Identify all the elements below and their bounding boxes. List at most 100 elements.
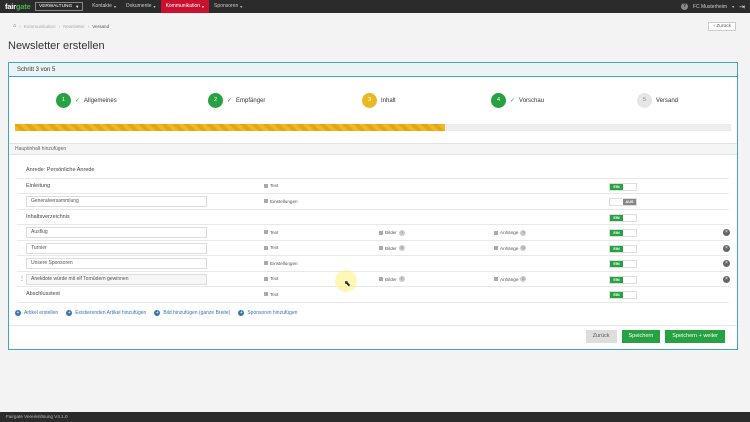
- option-label: Text: [270, 276, 279, 281]
- text-option[interactable]: Text: [264, 245, 278, 250]
- create-article-link[interactable]: + Artikel erstellen: [15, 310, 58, 316]
- images-option[interactable]: Bilder?: [379, 229, 405, 236]
- remove-icon[interactable]: ×: [723, 275, 730, 283]
- nav-kontakte[interactable]: Kontakte ▾: [87, 0, 121, 13]
- logo-accent-text: gate: [15, 2, 31, 11]
- nav-kommunikation[interactable]: Kommunikation ▾: [160, 0, 210, 13]
- edit-icon: [264, 276, 268, 281]
- article-title-field[interactable]: Turnier: [26, 242, 207, 254]
- toggle-on-label: EIN: [610, 276, 623, 283]
- settings-option[interactable]: Einstellungen: [264, 261, 298, 266]
- breadcrumb-item-kommunikation[interactable]: Kommunikation: [24, 24, 56, 29]
- club-name[interactable]: FC Musterheim: [693, 4, 727, 10]
- step-allgemeines[interactable]: 1 ✓ Allgemeines: [56, 93, 117, 108]
- back-button[interactable]: Zurück: [585, 330, 617, 343]
- logo-text: fair: [5, 2, 16, 11]
- drag-handle-icon[interactable]: ⋮: [19, 275, 25, 282]
- wizard-steps: 1 ✓ Allgemeines 2 ✓ Empfänger 3 Inhalt 4…: [9, 93, 737, 109]
- remove-icon[interactable]: ×: [723, 260, 730, 267]
- add-image-link[interactable]: + Bild hinzufügen (ganze Breite): [154, 310, 230, 316]
- save-button[interactable]: Speichern: [621, 330, 661, 343]
- page-title: Newsletter erstellen: [8, 40, 105, 52]
- text-option[interactable]: Text: [264, 183, 278, 188]
- save-and-next-button[interactable]: Speichern + weiter: [665, 330, 725, 343]
- visibility-toggle[interactable]: EIN: [609, 182, 637, 191]
- step-number: 4: [491, 93, 506, 108]
- images-option[interactable]: Bilder?: [379, 276, 405, 282]
- images-option[interactable]: Bilder 0: [379, 245, 405, 251]
- step-number: 3: [362, 93, 377, 108]
- visibility-toggle[interactable]: EIN: [609, 213, 637, 222]
- step-vorschau[interactable]: 4 ✓ Vorschau: [491, 93, 544, 108]
- back-link-button[interactable]: ‹ Zurück: [708, 22, 736, 31]
- role-selector[interactable]: VERWALTUNG ▼: [35, 2, 84, 11]
- step-label: Versand: [656, 97, 679, 104]
- count-badge: 0: [398, 245, 405, 251]
- add-existing-article-link[interactable]: + Existierenden Artikel hinzufügen: [66, 310, 146, 316]
- option-label: Bilder: [385, 276, 397, 282]
- chevron-down-icon: ▾: [732, 4, 735, 9]
- chevron-down-icon: ▾: [202, 4, 205, 9]
- visibility-toggle[interactable]: EIN: [609, 229, 637, 237]
- article-title-field[interactable]: Ausflug: [26, 227, 207, 238]
- content-row-anekdote: ⋮ Anekdote würde mit elf Tornüdern gewin…: [17, 272, 730, 287]
- option-label: Anhänge: [500, 276, 519, 282]
- fairgate-logo[interactable]: fairgate: [0, 2, 33, 11]
- help-icon[interactable]: ?: [680, 3, 688, 10]
- toggle-on-label: EIN: [610, 214, 623, 221]
- image-icon: [379, 230, 383, 235]
- attachments-option[interactable]: Anhänge?: [494, 229, 527, 236]
- article-title-field[interactable]: Generalversammlung: [26, 196, 207, 207]
- edit-icon: [264, 245, 268, 250]
- visibility-toggle[interactable]: EIN: [609, 244, 637, 253]
- remove-icon[interactable]: ×: [723, 244, 730, 252]
- step-number: 5: [637, 93, 652, 108]
- content-row-ausflug: Ausflug Text Bilder? Anhänge? EIN ×: [17, 225, 730, 241]
- article-title-field[interactable]: Unsere Sponsoren: [26, 258, 207, 269]
- visibility-toggle[interactable]: AUS: [609, 198, 637, 206]
- main-nav: Kontakte ▾ Dokumente ▾ Kommunikation ▾ Spon…: [87, 0, 247, 13]
- text-option[interactable]: Text: [264, 292, 278, 297]
- nav-dokumente[interactable]: Dokumente ▾: [121, 0, 161, 13]
- edit-icon: [264, 183, 268, 188]
- option-label: Anhänge: [500, 245, 519, 251]
- logout-icon[interactable]: ⇥: [739, 3, 745, 11]
- count-badge: 0: [520, 276, 527, 282]
- attachments-option[interactable]: Anhänge 0: [494, 276, 527, 282]
- link-label: Artikel erstellen: [24, 310, 59, 316]
- step-versand[interactable]: 5 Versand: [637, 93, 678, 108]
- article-title-field[interactable]: Anekdote würde mit elf Tornüdern gewinne…: [26, 273, 207, 285]
- attachments-option[interactable]: Anhänge 0: [494, 245, 527, 251]
- remove-icon[interactable]: ×: [723, 229, 730, 236]
- add-sponsors-link[interactable]: + Sponsoren hinzufügen: [238, 310, 297, 316]
- option-label: Einstellungen: [270, 260, 298, 266]
- wizard-step-header: Schritt 3 von 5: [9, 63, 737, 77]
- attachment-icon: [494, 230, 498, 235]
- settings-icon: [264, 199, 268, 203]
- option-label: Text: [270, 291, 279, 297]
- edit-icon: [264, 230, 268, 234]
- visibility-toggle[interactable]: EIN: [609, 275, 637, 284]
- settings-icon: [264, 261, 268, 265]
- home-icon[interactable]: ⌂: [13, 23, 16, 29]
- toggle-on-label: EIN: [610, 245, 623, 252]
- step-label: Empfänger: [236, 97, 266, 104]
- count-badge: 0: [520, 245, 527, 251]
- nav-sponsoren[interactable]: Sponsoren ▾: [209, 0, 247, 13]
- breadcrumb-item-newsletter[interactable]: Newsletter: [63, 24, 85, 29]
- link-label: Existierenden Artikel hinzufügen: [75, 310, 147, 316]
- visibility-toggle[interactable]: EIN: [609, 260, 637, 268]
- plus-icon: +: [238, 310, 245, 316]
- content-row-turnier: Turnier Text Bilder 0 Anhänge 0 EIN ×: [17, 241, 730, 256]
- row-label: Abschlusstext: [26, 291, 60, 297]
- step-inhalt[interactable]: 3 Inhalt: [362, 93, 396, 108]
- text-option[interactable]: Text: [264, 276, 278, 281]
- step-empfaenger[interactable]: 2 ✓ Empfänger: [208, 93, 265, 108]
- footer-bar: Fairgate Vereinslösung V4.1.0: [0, 412, 750, 422]
- toggle-on-label: EIN: [610, 183, 623, 190]
- breadcrumb: ⌂ › Kommunikation › Newsletter › Versand: [13, 23, 110, 29]
- text-option[interactable]: Text: [264, 230, 278, 235]
- settings-option[interactable]: Einstellungen: [264, 199, 298, 204]
- visibility-toggle[interactable]: EIN: [609, 291, 637, 299]
- user-area: ? FC Musterheim ▾ ⇥: [680, 0, 745, 13]
